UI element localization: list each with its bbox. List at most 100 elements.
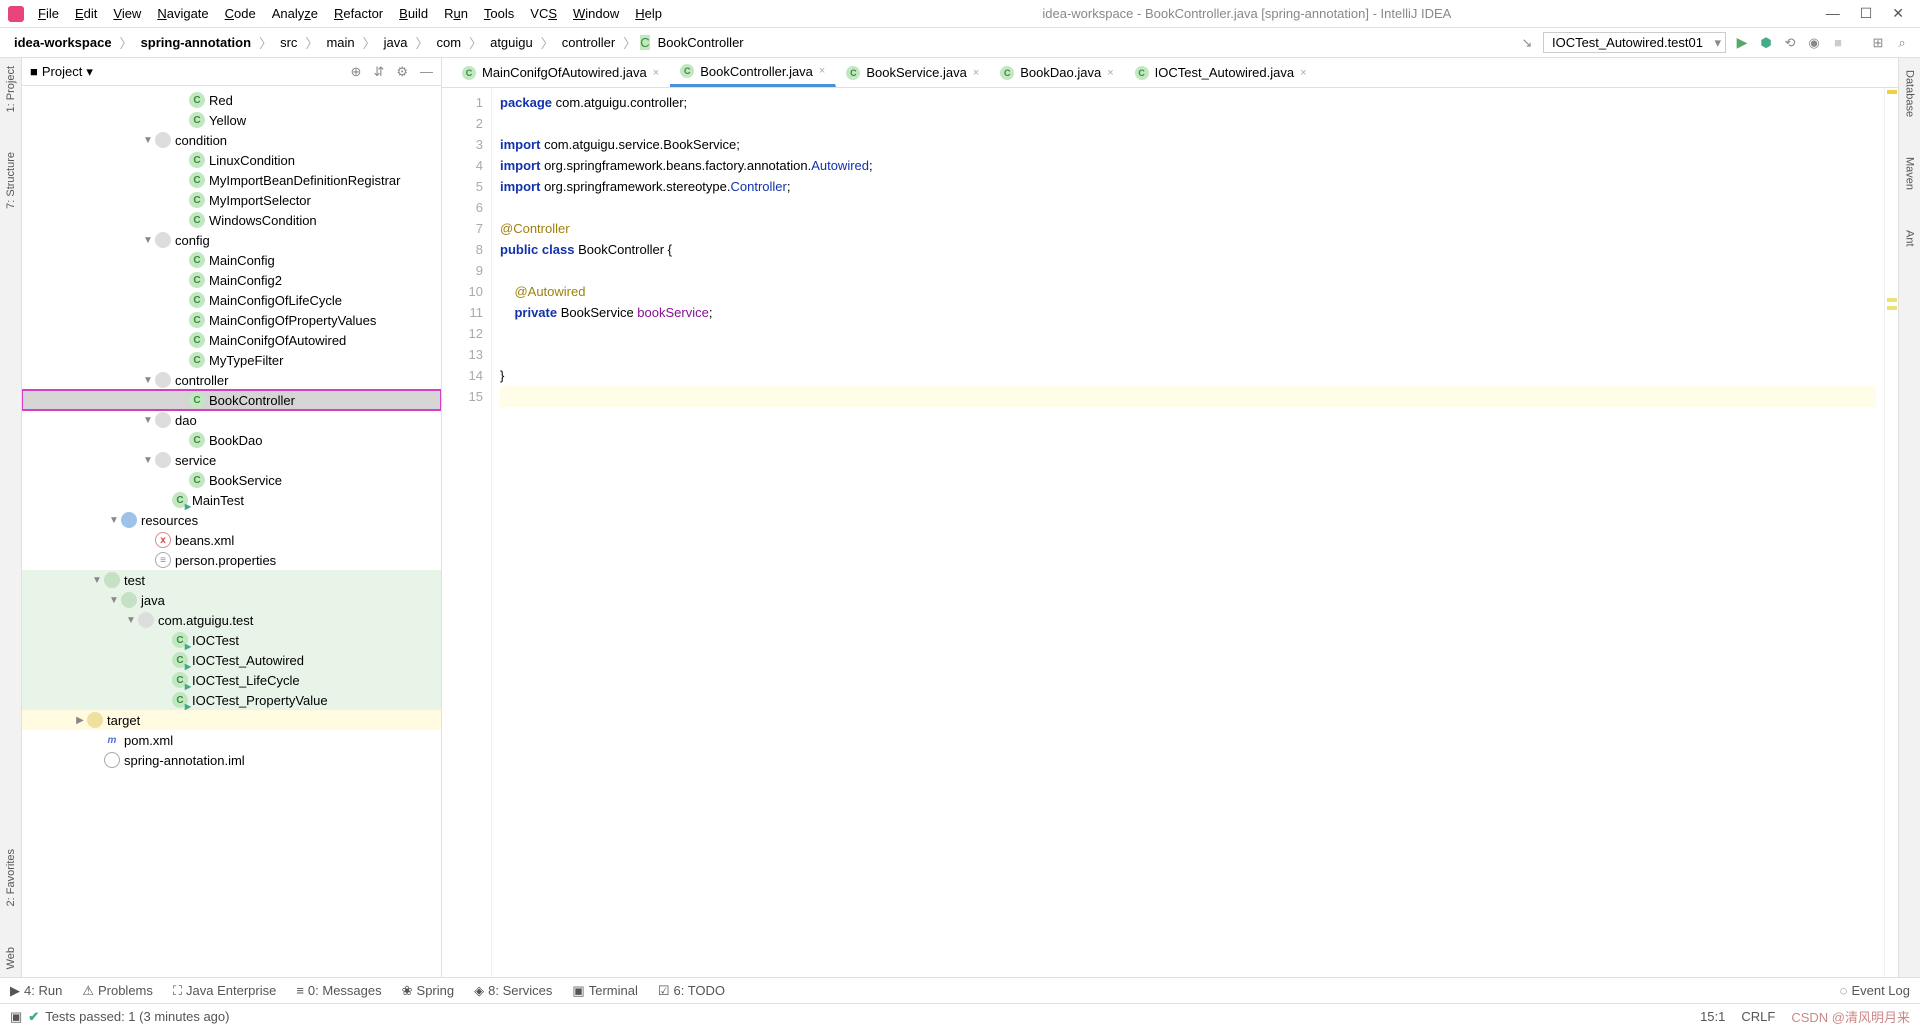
locate-icon[interactable]: ⊕: [351, 64, 362, 80]
tree-node-mainconfig[interactable]: CMainConfig: [22, 250, 441, 270]
panel-title[interactable]: ■ Project ▾: [30, 64, 351, 80]
tree-node-myimportbeandefinitionregistrar[interactable]: CMyImportBeanDefinitionRegistrar: [22, 170, 441, 190]
crumb-controller[interactable]: controller: [558, 33, 619, 52]
caret-pos[interactable]: 15:1: [1700, 1009, 1725, 1024]
tree-node-ioctest[interactable]: CIOCTest: [22, 630, 441, 650]
crumb-atguigu[interactable]: atguigu: [486, 33, 537, 52]
menu-run[interactable]: Run: [438, 4, 474, 23]
tree-node-controller[interactable]: ▼controller: [22, 370, 441, 390]
tab-mainconifgofautowired[interactable]: CMainConifgOfAutowired.java×: [452, 58, 670, 87]
tree-node-mainconifgofautowired[interactable]: CMainConifgOfAutowired: [22, 330, 441, 350]
menu-refactor[interactable]: Refactor: [328, 4, 389, 23]
minimize-icon[interactable]: —: [1826, 5, 1840, 22]
tree-node-target[interactable]: ▶target: [22, 710, 441, 730]
event-log[interactable]: ◌ Event Log: [1840, 983, 1910, 998]
tree-node-myimportselector[interactable]: CMyImportSelector: [22, 190, 441, 210]
tw-spring[interactable]: ❀ Spring: [402, 983, 454, 999]
tab-bookcontroller[interactable]: CBookController.java×: [670, 58, 836, 87]
tw-maven[interactable]: Maven: [1904, 157, 1916, 190]
tree-node-pom-xml[interactable]: mpom.xml: [22, 730, 441, 750]
menu-code[interactable]: Code: [219, 4, 262, 23]
project-tree[interactable]: CRedCYellow▼conditionCLinuxConditionCMyI…: [22, 86, 441, 977]
tab-close-icon[interactable]: ×: [653, 67, 659, 79]
error-stripe[interactable]: [1884, 88, 1898, 977]
tree-node-java[interactable]: ▼java: [22, 590, 441, 610]
tree-node-bookservice[interactable]: CBookService: [22, 470, 441, 490]
tw-terminal[interactable]: ▣ Terminal: [572, 983, 637, 999]
tab-close-icon[interactable]: ×: [819, 65, 825, 77]
menu-help[interactable]: Help: [629, 4, 668, 23]
crumb-com[interactable]: com: [433, 33, 466, 52]
tree-node-resources[interactable]: ▼resources: [22, 510, 441, 530]
search-everywhere-icon[interactable]: ⌕: [1894, 35, 1910, 51]
tw-todo[interactable]: ☑ 6: TODO: [658, 983, 725, 999]
project-structure-icon[interactable]: ⊞: [1870, 35, 1886, 51]
tw-messages[interactable]: ≡ 0: Messages: [296, 983, 381, 998]
crumb-src[interactable]: src: [276, 33, 301, 52]
tree-node-windowscondition[interactable]: CWindowsCondition: [22, 210, 441, 230]
menu-tools[interactable]: Tools: [478, 4, 520, 23]
status-lock-icon[interactable]: ▣: [10, 1009, 22, 1025]
tw-ant[interactable]: Ant: [1904, 230, 1916, 247]
tab-close-icon[interactable]: ×: [1107, 67, 1113, 79]
tree-node-mainconfigofpropertyvalues[interactable]: CMainConfigOfPropertyValues: [22, 310, 441, 330]
run-icon[interactable]: ▶: [1734, 35, 1750, 51]
tab-bookservice[interactable]: CBookService.java×: [836, 58, 990, 87]
tree-node-red[interactable]: CRed: [22, 90, 441, 110]
tab-ioctest_autowired[interactable]: CIOCTest_Autowired.java×: [1125, 58, 1318, 87]
tab-close-icon[interactable]: ×: [973, 67, 979, 79]
line-sep[interactable]: CRLF: [1741, 1009, 1775, 1024]
tree-node-spring-annotation-iml[interactable]: spring-annotation.iml: [22, 750, 441, 770]
coverage-icon[interactable]: ⟲: [1782, 35, 1798, 51]
crumb-java[interactable]: java: [380, 33, 412, 52]
tw-services[interactable]: ◈ 8: Services: [474, 983, 552, 999]
tree-node-test[interactable]: ▼test: [22, 570, 441, 590]
tree-node-maintest[interactable]: CMainTest: [22, 490, 441, 510]
hide-icon[interactable]: —: [420, 64, 433, 80]
tree-node-dao[interactable]: ▼dao: [22, 410, 441, 430]
tree-node-beans-xml[interactable]: xbeans.xml: [22, 530, 441, 550]
tree-node-ioctest-lifecycle[interactable]: CIOCTest_LifeCycle: [22, 670, 441, 690]
maximize-icon[interactable]: ☐: [1860, 5, 1873, 22]
settings-icon[interactable]: ⚙: [396, 64, 408, 80]
menu-view[interactable]: View: [107, 4, 147, 23]
menu-navigate[interactable]: Navigate: [151, 4, 214, 23]
menu-analyze[interactable]: Analyze: [266, 4, 324, 23]
run-config-select[interactable]: IOCTest_Autowired.test01 ▾: [1543, 32, 1726, 53]
crumb-class[interactable]: BookController: [654, 33, 748, 52]
crumb-module[interactable]: spring-annotation: [137, 33, 256, 52]
tw-database[interactable]: Database: [1904, 70, 1916, 117]
tab-close-icon[interactable]: ×: [1300, 67, 1306, 79]
tree-node-config[interactable]: ▼config: [22, 230, 441, 250]
tw-structure[interactable]: 7: Structure: [5, 152, 17, 209]
close-icon[interactable]: ✕: [1892, 5, 1904, 22]
tree-node-com-atguigu-test[interactable]: ▼com.atguigu.test: [22, 610, 441, 630]
tree-node-bookcontroller[interactable]: CBookController: [22, 390, 441, 410]
tw-favorites[interactable]: 2: Favorites: [5, 849, 17, 906]
menu-build[interactable]: Build: [393, 4, 434, 23]
tree-node-mytypefilter[interactable]: CMyTypeFilter: [22, 350, 441, 370]
build-icon[interactable]: ↘: [1519, 35, 1535, 51]
debug-icon[interactable]: ⬢: [1758, 35, 1774, 51]
menu-edit[interactable]: Edit: [69, 4, 103, 23]
menu-window[interactable]: Window: [567, 4, 625, 23]
menu-vcs[interactable]: VCS: [524, 4, 563, 23]
tw-run[interactable]: ▶ 4: Run: [10, 983, 62, 999]
code-body[interactable]: package com.atguigu.controller;import co…: [492, 88, 1884, 977]
tab-bookdao[interactable]: CBookDao.java×: [990, 58, 1124, 87]
tree-node-linuxcondition[interactable]: CLinuxCondition: [22, 150, 441, 170]
tw-problems[interactable]: ⚠ Problems: [82, 983, 153, 999]
tw-project[interactable]: 1: Project: [5, 66, 17, 112]
menu-file[interactable]: File: [32, 4, 65, 23]
tw-web[interactable]: Web: [5, 947, 17, 969]
tree-node-yellow[interactable]: CYellow: [22, 110, 441, 130]
stop-icon[interactable]: ■: [1830, 35, 1846, 51]
tree-node-mainconfigoflifecycle[interactable]: CMainConfigOfLifeCycle: [22, 290, 441, 310]
crumb-project[interactable]: idea-workspace: [10, 33, 116, 52]
tree-node-service[interactable]: ▼service: [22, 450, 441, 470]
tree-node-person-properties[interactable]: ≡person.properties: [22, 550, 441, 570]
profile-icon[interactable]: ◉: [1806, 35, 1822, 51]
expand-icon[interactable]: ⇵: [373, 64, 384, 80]
tree-node-condition[interactable]: ▼condition: [22, 130, 441, 150]
tree-node-ioctest-autowired[interactable]: CIOCTest_Autowired: [22, 650, 441, 670]
